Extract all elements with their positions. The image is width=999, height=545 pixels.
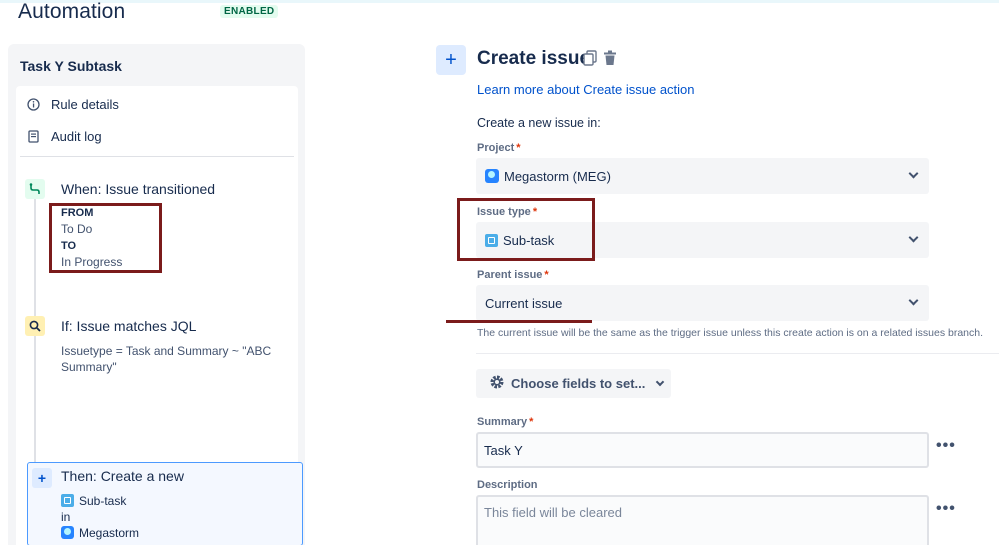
chevron-down-icon [656, 377, 665, 387]
summary-value: Task Y [484, 442, 523, 458]
project-label: Project * [477, 142, 521, 154]
highlight-underline [446, 320, 592, 323]
condition-title[interactable]: If: Issue matches JQL [61, 318, 196, 334]
info-icon [26, 97, 41, 112]
trigger-title[interactable]: When: Issue transitioned [61, 181, 215, 197]
action-issue-type: Sub-task [79, 494, 127, 508]
action-details: Sub-task in Megastorm [61, 493, 139, 541]
project-value: Megastorm (MEG) [504, 168, 611, 184]
plus-icon: + [32, 468, 52, 488]
rule-outline-panel: Task Y Subtask Rule details Audit log Wh… [8, 44, 305, 545]
action-in-label: in [61, 510, 71, 524]
transition-icon [25, 179, 45, 199]
learn-more-link[interactable]: Learn more about Create issue action [477, 82, 695, 97]
search-icon [25, 316, 45, 336]
action-step-card[interactable]: + Then: Create a new Sub-task in Megasto… [27, 462, 303, 545]
audit-log-link[interactable]: Audit log [26, 129, 102, 144]
gear-icon [489, 374, 505, 393]
action-title: Then: Create a new [61, 468, 184, 484]
title-actions [583, 50, 617, 71]
highlight-box-trigger [49, 203, 162, 273]
copy-icon[interactable] [583, 50, 597, 71]
chevron-down-icon [908, 295, 919, 306]
project-select[interactable]: Megastorm (MEG) [476, 158, 929, 194]
project-avatar-icon [485, 169, 499, 183]
summary-input[interactable]: Task Y [476, 432, 929, 468]
top-strip [0, 0, 999, 3]
action-project: Megastorm [79, 526, 140, 540]
rule-name: Task Y Subtask [20, 58, 122, 74]
description-input[interactable]: This field will be cleared [476, 495, 929, 545]
highlight-box-issue-type [457, 198, 595, 261]
description-label: Description [477, 479, 538, 491]
divider [476, 353, 999, 354]
summary-label: Summary * [477, 416, 534, 428]
project-avatar-icon [61, 526, 74, 539]
rule-details-label: Rule details [51, 97, 119, 112]
choose-fields-label: Choose fields to set... [511, 376, 646, 391]
subtask-icon [61, 494, 74, 507]
description-placeholder: This field will be cleared [484, 505, 623, 520]
chevron-down-icon [908, 232, 919, 243]
panel-title: Create issue [477, 48, 591, 69]
choose-fields-button[interactable]: Choose fields to set... [476, 369, 671, 398]
more-options-icon[interactable]: ••• [936, 437, 956, 455]
parent-issue-value: Current issue [485, 295, 563, 311]
trash-icon[interactable] [603, 50, 617, 71]
document-icon [26, 129, 41, 144]
plus-icon: + [436, 45, 466, 75]
rule-details-link[interactable]: Rule details [26, 97, 119, 112]
audit-log-label: Audit log [51, 129, 102, 144]
chevron-down-icon [908, 168, 919, 179]
create-in-label: Create a new issue in: [477, 116, 601, 130]
page-title: Automation [18, 0, 126, 23]
parent-issue-select[interactable]: Current issue [476, 285, 929, 321]
rule-steps-list: Rule details Audit log When: Issue trans… [16, 86, 303, 545]
divider [20, 156, 294, 157]
parent-issue-label: Parent issue * [477, 269, 549, 281]
jql-text: Issuetype = Task and Summary ~ "ABC Summ… [61, 344, 272, 374]
parent-issue-help: The current issue will be the same as th… [477, 327, 984, 339]
status-badge: ENABLED [220, 5, 279, 18]
more-options-icon[interactable]: ••• [936, 500, 956, 518]
